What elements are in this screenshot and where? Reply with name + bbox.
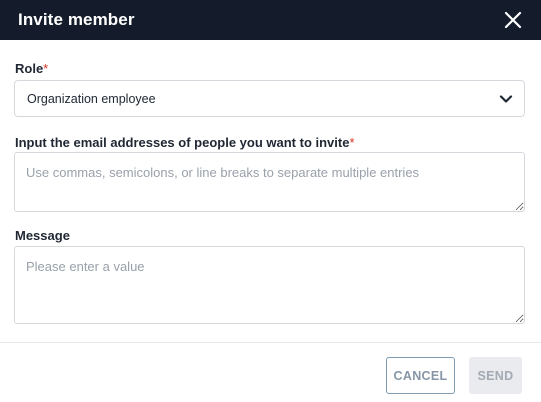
send-button[interactable]: SEND: [469, 357, 522, 394]
role-select[interactable]: Organization employee: [14, 80, 525, 117]
role-selected-value: Organization employee: [27, 91, 156, 106]
invite-member-dialog: Invite member Role* Organization employe…: [0, 0, 541, 402]
close-button[interactable]: [503, 10, 523, 30]
close-icon: [504, 11, 522, 29]
role-label: Role*: [15, 61, 48, 76]
message-label-text: Message: [15, 228, 70, 243]
role-label-text: Role: [15, 61, 44, 76]
cancel-button[interactable]: CANCEL: [386, 357, 455, 394]
required-mark: *: [43, 61, 49, 76]
required-mark: *: [349, 135, 355, 150]
chevron-down-icon: [499, 95, 513, 103]
dialog-title: Invite member: [18, 10, 135, 29]
dialog-header: Invite member: [0, 0, 541, 40]
emails-label: Input the email addresses of people you …: [15, 135, 355, 150]
message-input[interactable]: [14, 246, 525, 324]
message-label: Message: [15, 228, 70, 243]
emails-label-text: Input the email addresses of people you …: [15, 135, 350, 150]
emails-input[interactable]: [14, 152, 525, 212]
footer-divider: [0, 342, 541, 343]
